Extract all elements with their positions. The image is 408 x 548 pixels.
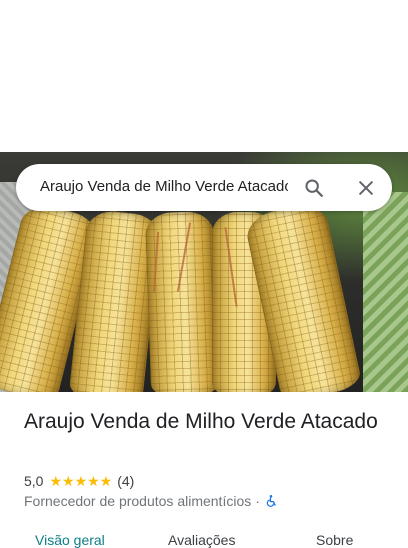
place-title: Araujo Venda de Milho Verde Atacado <box>24 410 378 433</box>
rating-row[interactable]: 5,0 ★★★★★ (4) <box>24 472 134 490</box>
wheelchair-icon <box>264 494 278 508</box>
search-icon[interactable] <box>300 174 328 202</box>
leaf-texture <box>363 192 408 392</box>
review-count[interactable]: (4) <box>117 473 134 489</box>
close-icon[interactable] <box>352 174 380 202</box>
tab-reviews[interactable]: Avaliações <box>168 532 235 548</box>
category-row: Fornecedor de produtos alimentícios · <box>24 492 278 510</box>
tab-overview[interactable]: Visão geral <box>35 532 105 548</box>
tab-about[interactable]: Sobre <box>316 532 353 548</box>
search-input[interactable]: Araujo Venda de Milho Verde Atacado <box>40 178 288 195</box>
search-bar[interactable]: Araujo Venda de Milho Verde Atacado <box>16 164 392 211</box>
tab-bar: Visão geral Avaliações Sobre <box>0 528 408 548</box>
rating-value: 5,0 <box>24 473 44 489</box>
separator-dot: · <box>255 493 260 509</box>
category-label[interactable]: Fornecedor de produtos alimentícios <box>24 493 251 509</box>
star-icons: ★★★★★ <box>49 472 113 489</box>
blank-map-area <box>0 0 408 152</box>
